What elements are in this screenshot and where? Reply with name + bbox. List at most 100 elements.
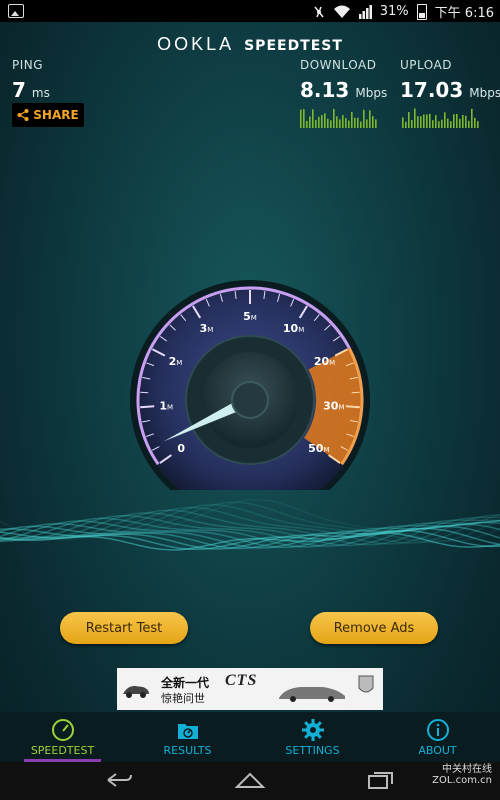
sparkline-bar (345, 118, 347, 128)
sparkline-bar (339, 119, 341, 128)
app-logo: OOKLA SPEEDTEST (0, 34, 500, 55)
sparkline-bar (318, 116, 320, 128)
sparkline-bar (360, 121, 362, 128)
share-label: SHARE (33, 108, 79, 122)
tab-label: SETTINGS (285, 744, 340, 757)
download-value: 8.13 Mbps (300, 78, 387, 102)
car-thumbnail-icon (123, 686, 149, 698)
back-icon[interactable] (104, 770, 134, 790)
ad-line2: 惊艳问世 (161, 692, 205, 705)
sparkline-bar (405, 121, 407, 128)
download-sparkline (300, 108, 377, 128)
sparkline-bar (435, 115, 437, 128)
sparkline-bar (465, 115, 467, 128)
gear-icon (301, 719, 324, 741)
brand-crest-icon (358, 675, 374, 693)
gauge-hub (231, 381, 269, 419)
wave-visualization (0, 498, 500, 551)
upload-label: UPLOAD (400, 58, 452, 72)
sparkline-bar (474, 117, 476, 128)
tab-speedtest[interactable]: SPEEDTEST (0, 712, 125, 762)
sparkline-bar (441, 119, 443, 128)
sparkline-bar (402, 117, 404, 128)
sparkline-bar (426, 114, 428, 128)
restart-test-button[interactable]: Restart Test (60, 612, 188, 644)
download-number: 8.13 (300, 78, 350, 102)
tab-settings[interactable]: SETTINGS (250, 712, 375, 762)
gauge-minor-tick (140, 391, 149, 394)
sparkline-bar (348, 120, 350, 128)
sparkline-bar (372, 116, 374, 128)
gauge-icon (51, 719, 74, 741)
status-bar: 31% 下午 6:16 (0, 0, 500, 22)
tab-label: SPEEDTEST (30, 744, 95, 757)
ad-line1: 全新一代 (161, 676, 210, 690)
sparkline-bar (300, 109, 302, 128)
signal-icon (358, 4, 372, 19)
sparkline-bar (408, 112, 410, 128)
sparkline-bar (324, 113, 326, 128)
sparkline-bar (417, 116, 419, 128)
vibrate-off-icon (314, 6, 324, 17)
download-unit: Mbps (355, 86, 388, 100)
share-button[interactable]: SHARE (12, 103, 84, 127)
battery-percent: 31% (379, 4, 409, 19)
upload-sparkline (402, 108, 479, 128)
bottom-tab-bar: SPEEDTEST RESULTS SETTINGS ABOUT (0, 712, 500, 762)
watermark-line2: ZOL.com.cn (432, 775, 492, 786)
battery-icon (416, 3, 427, 20)
gallery-icon (8, 4, 24, 18)
watermark: 中关村在线 ZOL.com.cn (432, 764, 492, 786)
status-icons: 31% 下午 6:16 (312, 2, 494, 21)
speed-gauge: 01M2M3M5M10M20M30M50M (130, 280, 370, 490)
sparkline-bar (366, 119, 368, 128)
upload-number: 17.03 (400, 78, 464, 102)
sparkline-bar (453, 114, 455, 128)
sparkline-bar (351, 111, 353, 128)
ping-label: PING (12, 58, 44, 72)
sparkline-bar (411, 120, 413, 128)
sparkline-bar (342, 115, 344, 128)
system-nav-bar (0, 762, 500, 800)
info-icon (426, 719, 449, 741)
download-label: DOWNLOAD (300, 58, 377, 72)
sparkline-bar (420, 116, 422, 128)
upload-value: 17.03 Mbps (400, 78, 500, 102)
sparkline-bar (450, 121, 452, 128)
sparkline-bar (375, 119, 377, 128)
sparkline-bar (477, 121, 479, 128)
sparkline-bar (333, 108, 335, 128)
gauge-minor-tick (351, 391, 360, 394)
sparkline-bar (357, 117, 359, 128)
sparkline-bar (321, 114, 323, 128)
sparkline-bar (447, 118, 449, 128)
gauge-major-tick (345, 405, 360, 409)
ad-model: CTS (225, 672, 258, 689)
sparkline-bar (423, 114, 425, 128)
folder-gauge-icon (177, 724, 198, 739)
brand-ookla: OOKLA (157, 34, 235, 54)
watermark-line1: 中关村在线 (442, 764, 492, 775)
sparkline-bar (414, 108, 416, 128)
tab-results[interactable]: RESULTS (125, 712, 250, 762)
sparkline-bar (330, 120, 332, 128)
ad-banner[interactable]: 全新一代 CTS 惊艳问世 (117, 668, 383, 710)
recent-apps-icon[interactable] (366, 770, 396, 790)
sparkline-bar (309, 116, 311, 128)
sparkline-bar (363, 109, 365, 128)
sparkline-bar (429, 113, 431, 128)
sparkline-bar (444, 112, 446, 128)
sparkline-bar (459, 118, 461, 128)
remove-ads-button[interactable]: Remove Ads (310, 612, 438, 644)
brand-speedtest: SPEEDTEST (244, 38, 343, 54)
home-icon[interactable] (234, 770, 266, 790)
share-icon (17, 109, 29, 121)
sparkline-bar (336, 116, 338, 128)
sparkline-bar (315, 120, 317, 128)
sparkline-bar (432, 120, 434, 128)
tab-label: RESULTS (163, 744, 212, 757)
sparkline-bar (369, 110, 371, 128)
ping-unit: ms (31, 86, 50, 100)
sparkline-bar (462, 114, 464, 128)
tab-about[interactable]: ABOUT (375, 712, 500, 762)
